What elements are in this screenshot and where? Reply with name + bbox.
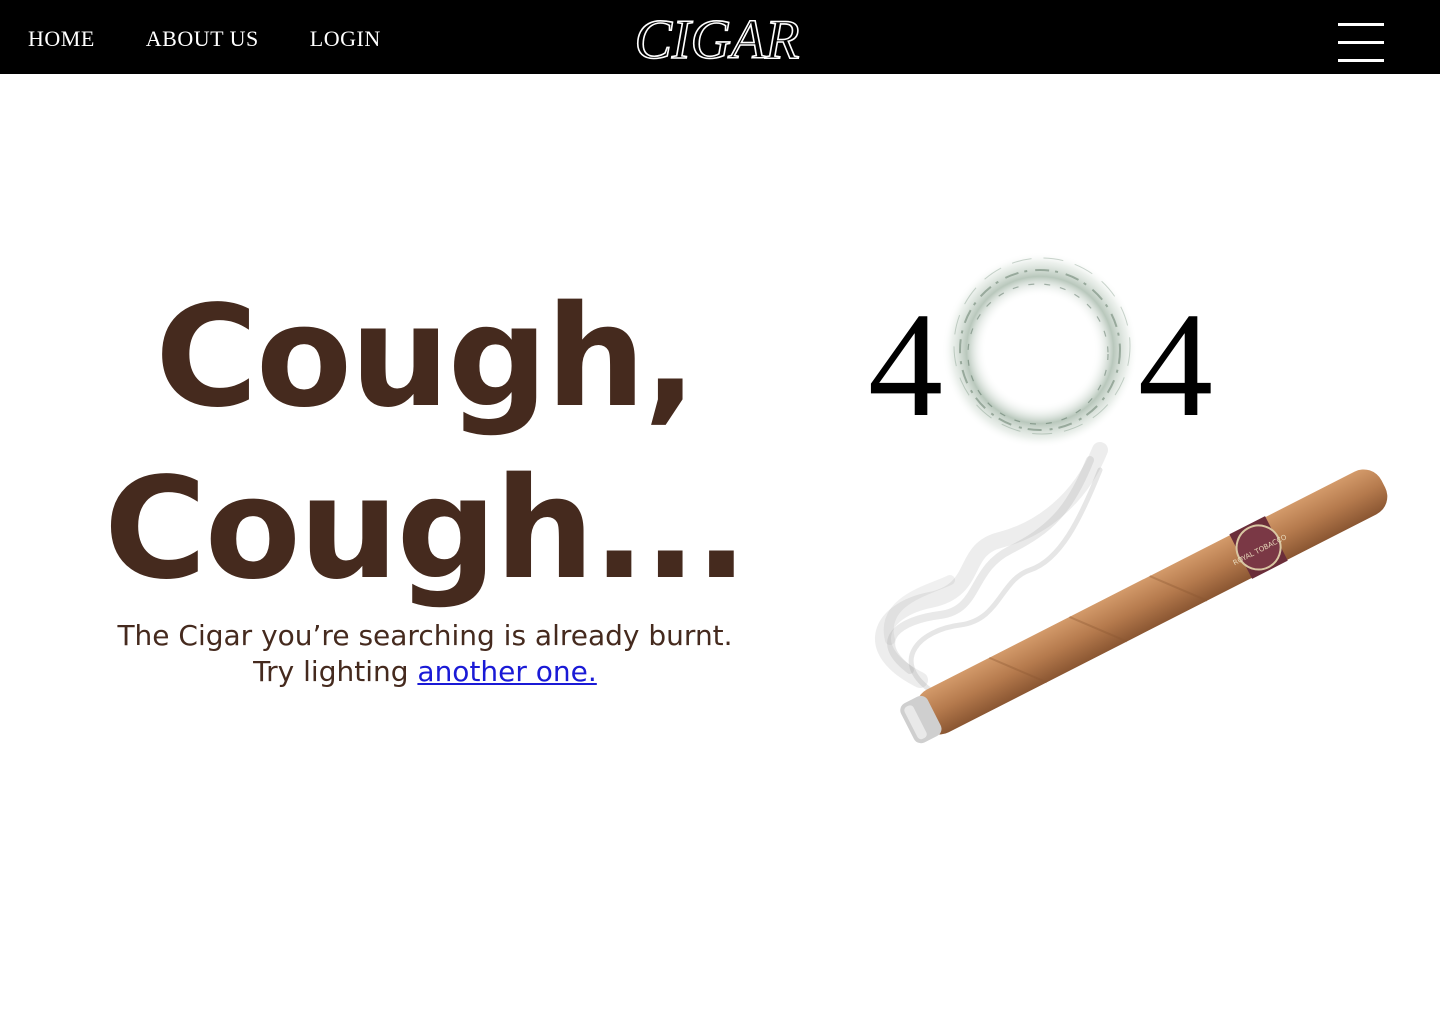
cigar-icon: ROYAL TOBACCO <box>900 469 1388 744</box>
error-headline: Cough, Cough... <box>100 272 750 616</box>
top-navbar: HOME ABOUT US LOGIN CIGAR <box>0 0 1440 74</box>
headline-line-1: Cough, <box>155 276 697 439</box>
nav-home-link[interactable]: HOME <box>28 24 95 54</box>
404-cigar-illustration: 4 4 ROYAL TOBACCO <box>850 250 1400 770</box>
smoke-ring-icon <box>942 252 1138 448</box>
error-message-line-2: Try lighting another one. <box>100 654 750 690</box>
another-one-link[interactable]: another one. <box>417 655 596 688</box>
error-message-prefix: Try lighting <box>253 655 418 688</box>
nav-login-link[interactable]: LOGIN <box>310 24 381 54</box>
headline-line-2: Cough... <box>103 448 748 611</box>
error-message: The Cigar you’re searching is already bu… <box>100 618 750 690</box>
brand-logo-text: CIGAR <box>635 9 800 71</box>
nav-about-link[interactable]: ABOUT US <box>146 24 259 54</box>
error-message-line-1: The Cigar you’re searching is already bu… <box>117 619 733 652</box>
hamburger-menu-icon[interactable] <box>1338 23 1384 63</box>
nav-links: HOME ABOUT US LOGIN <box>28 24 381 54</box>
brand-logo[interactable]: CIGAR <box>617 6 817 72</box>
cigar-smoke-graphic: ROYAL TOBACCO <box>875 252 1388 744</box>
